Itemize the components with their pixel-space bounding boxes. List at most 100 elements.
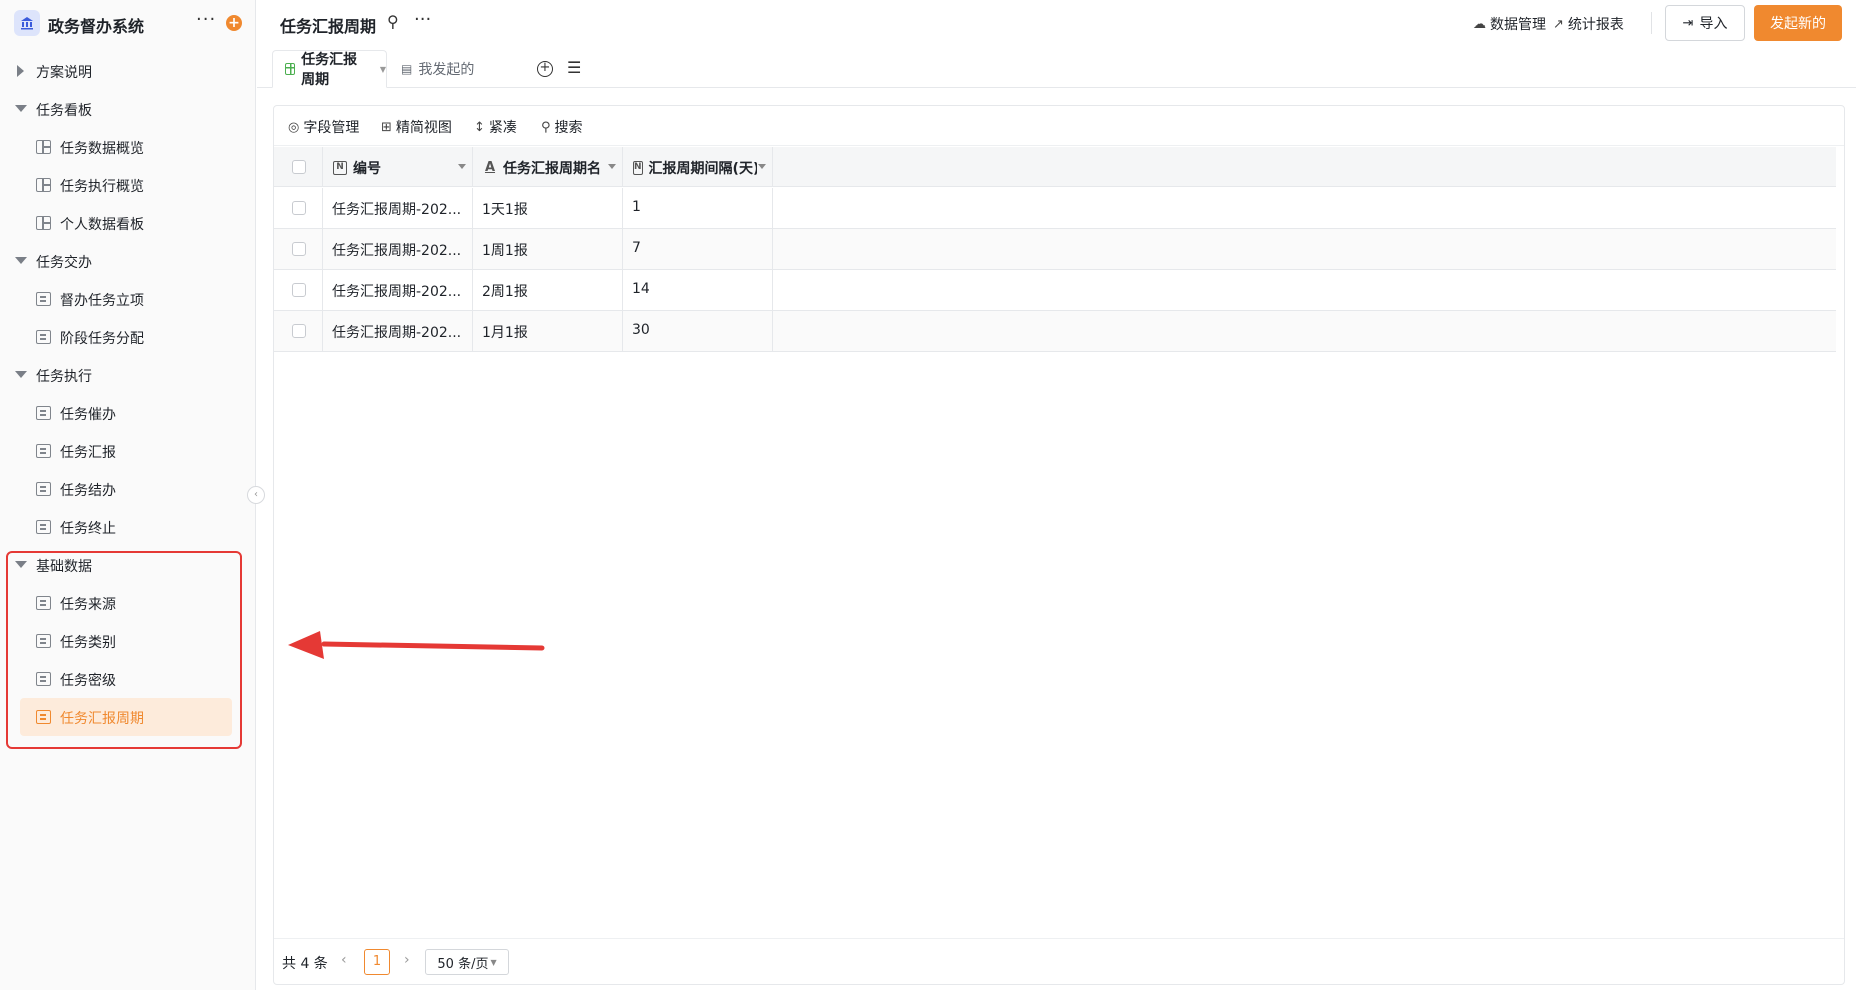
column-header-id[interactable]: N 编号 [323,147,473,187]
table-cell-empty [773,188,1836,228]
table-cell[interactable]: 1周1报 [473,229,623,269]
sidebar-item[interactable]: 阶段任务分配 [20,318,232,356]
table-cell[interactable]: 任务汇报周期-202... [323,188,473,228]
table-cell[interactable]: 30 [623,311,773,351]
sidebar-item-label: 任务汇报 [60,445,116,461]
table-cell[interactable]: 任务汇报周期-202... [323,311,473,351]
board-icon [36,140,51,154]
search-button[interactable]: ⚲ 搜索 [541,117,583,137]
table-row[interactable]: 任务汇报周期-202... 1月1报 30 [274,311,1836,352]
sidebar-item[interactable]: 任务结办 [20,470,232,508]
table-panel: ◎ 字段管理 ⊞ 精简视图 ↕ 紧凑 ⚲ 搜索 N 编号 A 任务汇报周期名 N… [273,105,1845,985]
sidebar-item[interactable]: 任务数据概览 [20,128,232,166]
row-checkbox[interactable] [292,242,306,256]
number-field-icon: N [333,161,347,175]
title-more-icon[interactable]: ··· [414,9,431,30]
app-add-icon[interactable]: + [226,15,242,31]
row-checkbox[interactable] [292,283,306,297]
sidebar-item[interactable]: 个人数据看板 [20,204,232,242]
chevron-down-icon[interactable]: ▼ [380,65,386,74]
sidebar-item[interactable]: 任务汇报周期 [20,698,232,736]
sidebar-item[interactable]: 任务汇报 [20,432,232,470]
app-header: 政务督办系统 ··· + [0,0,256,46]
wrench-icon[interactable]: ⚲ [387,12,399,31]
caret-down-icon[interactable] [15,561,27,568]
table-cell[interactable]: 7 [623,229,773,269]
caret-down-icon[interactable] [15,105,27,112]
settings-icon: ◎ [288,119,300,135]
cell-value: 2周1报 [482,284,528,300]
grid-icon: ⊞ [381,119,392,135]
table-row[interactable]: 任务汇报周期-202... 1周1报 7 [274,229,1836,270]
sidebar-item-label: 督办任务立项 [60,293,144,309]
row-checkbox[interactable] [292,201,306,215]
tab-label: 任务汇报周期 [301,52,358,88]
tab-task-period[interactable]: 任务汇报周期 ▼ [272,50,387,88]
caret-down-icon[interactable] [15,371,27,378]
sidebar-group-4[interactable]: 基础数据 [0,546,256,584]
sidebar-group-0[interactable]: 方案说明 [0,52,256,90]
app-more-icon[interactable]: ··· [196,9,216,30]
table-cell[interactable]: 任务汇报周期-202... [323,229,473,269]
report-link[interactable]: ↗ 统计报表 [1553,14,1624,34]
add-view-icon[interactable]: + [537,61,553,77]
create-new-button[interactable]: 发起新的 [1754,5,1842,41]
current-page-button[interactable]: 1 [364,949,390,975]
next-page-icon[interactable]: › [404,952,410,968]
view-tabs: 任务汇报周期 ▼ ▤ 我发起的 + ☰ [257,46,1856,88]
total-count: 共 4 条 [282,956,328,972]
tab-my-initiated[interactable]: ▤ 我发起的 [401,50,474,88]
sidebar-group-1[interactable]: 任务看板 [0,90,256,128]
sidebar-item[interactable]: 任务类别 [20,622,232,660]
table-cell-empty [773,229,1836,269]
sidebar-item[interactable]: 任务来源 [20,584,232,622]
field-manage-button[interactable]: ◎ 字段管理 [288,117,359,137]
sidebar-item[interactable]: 任务执行概览 [20,166,232,204]
cell-value: 14 [632,281,650,297]
compact-button[interactable]: ↕ 紧凑 [474,117,517,137]
column-header-period-name[interactable]: A 任务汇报周期名 [473,147,623,187]
search-label: 搜索 [554,120,583,136]
header-divider [1651,12,1652,34]
caret-down-icon[interactable] [15,257,27,264]
sidebar-item-label: 任务催办 [60,407,116,423]
sidebar-item[interactable]: 任务催办 [20,394,232,432]
simple-view-button[interactable]: ⊞ 精简视图 [381,117,452,137]
sidebar-group-3[interactable]: 任务执行 [0,356,256,394]
list-icon[interactable]: ☰ [567,58,581,77]
sidebar-item-label: 任务终止 [60,521,116,537]
sidebar-item[interactable]: 任务密级 [20,660,232,698]
table-cell[interactable]: 1天1报 [473,188,623,228]
sidebar-item[interactable]: 任务终止 [20,508,232,546]
table-cell[interactable]: 14 [623,270,773,310]
select-all-cell [274,147,323,187]
form-icon [36,672,51,686]
prev-page-icon[interactable]: ‹ [341,952,347,968]
field-manage-label: 字段管理 [303,120,360,136]
table-cell[interactable]: 任务汇报周期-202... [323,270,473,310]
form-icon [36,482,51,496]
sidebar-group-2[interactable]: 任务交办 [0,242,256,280]
data-manage-link[interactable]: ☁ 数据管理 [1473,14,1546,34]
row-checkbox[interactable] [292,324,306,338]
table-header: N 编号 A 任务汇报周期名 N 汇报周期间隔(天) [274,147,1836,187]
column-menu-icon[interactable] [608,164,616,169]
cell-value: 任务汇报周期-202... [332,243,462,259]
table-row[interactable]: 任务汇报周期-202... 1天1报 1 [274,188,1836,229]
column-menu-icon[interactable] [458,164,466,169]
data-manage-label: 数据管理 [1490,17,1546,33]
column-header-interval[interactable]: N 汇报周期间隔(天) [623,147,773,187]
collapse-sidebar-icon[interactable]: ‹ [247,486,265,504]
table-cell[interactable]: 2周1报 [473,270,623,310]
select-all-checkbox[interactable] [292,160,306,174]
caret-right-icon[interactable] [17,65,24,77]
table-cell[interactable]: 1月1报 [473,311,623,351]
board-icon [36,216,51,230]
table-cell[interactable]: 1 [623,188,773,228]
row-select-cell [274,270,323,310]
sidebar-item[interactable]: 督办任务立项 [20,280,232,318]
table-row[interactable]: 任务汇报周期-202... 2周1报 14 [274,270,1836,311]
column-menu-icon[interactable] [758,164,766,169]
page-size-select[interactable]: 50 条/页 ▼ [425,949,509,975]
import-button[interactable]: ⇥ 导入 [1665,5,1745,41]
